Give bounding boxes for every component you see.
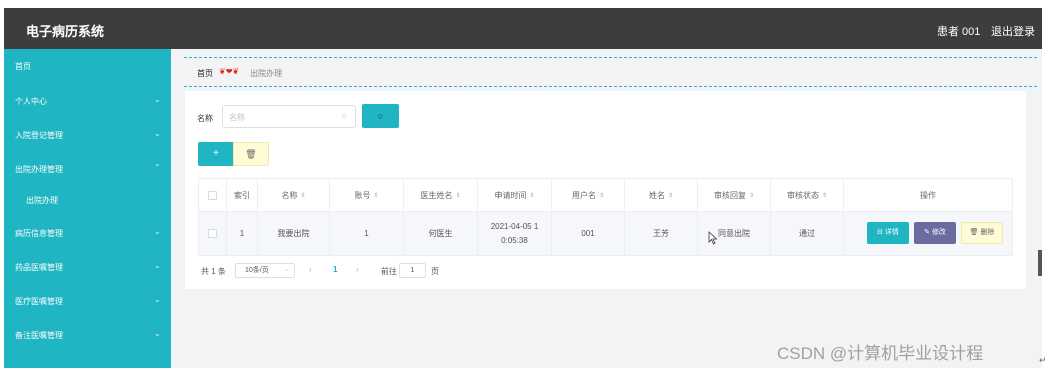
logout-link[interactable]: 退出登录 (991, 23, 1035, 39)
sort-icon[interactable]: ⇕ (749, 192, 754, 199)
sidebar: 首页 个人中心 ⌄ 入院登记管理 ⌄ 出院办理管理 ⌃ 出院办理 病历信息管理 … (4, 49, 171, 368)
search-button[interactable]: ○ (362, 104, 399, 128)
sort-icon[interactable]: ⇕ (300, 192, 305, 199)
sidebar-item-note-orders[interactable]: 备注医嘱管理 ⌄ (4, 322, 171, 348)
app-title: 电子病历系统 (26, 24, 105, 39)
trash-icon: 🗑 (245, 149, 257, 159)
column-header-status[interactable]: 审核状态 ⇕ (771, 179, 844, 211)
chevron-up-icon: ⌃ (154, 163, 161, 172)
main-content: 首页 ❦❤❦ 出院办理 名称 ○ ○ + 🗑 索引 名称⇕ 账号⇕ 医生姓名⇕ … (171, 49, 1042, 368)
sidebar-item-home[interactable]: 首页 (4, 53, 171, 79)
chevron-down-icon: ⌄ (283, 267, 289, 273)
sidebar-item-admission[interactable]: 入院登记管理 ⌄ (4, 122, 171, 148)
discharge-table: 索引 名称 ⇕ 账号 ⇕ 医生姓名 ⇕ 申请时间 ⇕ 用户名 ⇕ 姓名 ⇕ 审核回复 ⇕ 审核… (198, 178, 1013, 256)
sort-icon[interactable]: ⇕ (599, 192, 604, 199)
column-header-actions: 操作 (920, 190, 936, 200)
column-header-name[interactable]: 名称 ⇕ (258, 179, 330, 211)
cell-doctor: 何医生 (404, 212, 478, 255)
chevron-down-icon: ⌄ (154, 329, 161, 338)
row-select-cell[interactable] (199, 212, 227, 255)
next-page-button[interactable]: › (356, 265, 359, 274)
top-bar: 电子病历系统 患者 001 退出登录 (4, 8, 1042, 49)
chevron-down-icon: ⌄ (154, 261, 161, 270)
select-all-checkbox[interactable] (208, 190, 217, 200)
add-button[interactable]: + (198, 142, 234, 166)
select-all-cell[interactable] (199, 179, 227, 211)
sort-icon[interactable]: ⇕ (529, 192, 534, 199)
edit-button[interactable]: ✎ 修改 (914, 222, 956, 244)
column-header-doctor[interactable]: 医生姓名 ⇕ (404, 179, 478, 211)
cell-name: 我要出院 (258, 212, 330, 255)
page-number-current[interactable]: 1 (333, 265, 337, 274)
search-label: 名称 (197, 114, 213, 123)
breadcrumb: 首页 ❦❤❦ 出院办理 (184, 57, 1037, 87)
cell-index: 1 (227, 212, 258, 255)
search-icon: ○ (377, 111, 384, 121)
heart-icon: ❦❤❦ (219, 67, 240, 76)
sort-icon[interactable]: ⇕ (668, 192, 673, 199)
chevron-down-icon: ⌄ (154, 129, 161, 138)
delete-button[interactable]: 🗑 删除 (961, 222, 1003, 244)
detail-button[interactable]: ⊟ 详情 (867, 222, 909, 244)
scrollbar-thumb[interactable] (1038, 250, 1042, 276)
cell-username: 001 (552, 212, 625, 255)
sort-icon[interactable]: ⇕ (455, 192, 460, 199)
table-row[interactable]: 1 我要出院 1 何医生 2021-04-05 1 0:05:38 001 王芳… (199, 212, 1012, 255)
sidebar-item-discharge-management[interactable]: 出院办理管理 ⌃ (4, 156, 171, 182)
watermark: CSDN @计算机毕业设计程 (777, 344, 984, 363)
column-header-reply[interactable]: 审核回复 ⇕ (698, 179, 771, 211)
sidebar-subitem-discharge[interactable]: 出院办理 (4, 187, 171, 213)
chevron-down-icon: ⌄ (154, 295, 161, 304)
goto-page-input[interactable]: 1 (399, 263, 426, 278)
sidebar-item-medical-records[interactable]: 病历信息管理 ⌄ (4, 220, 171, 246)
sort-icon[interactable]: ⇕ (822, 192, 827, 199)
column-header: 索引 (227, 179, 258, 211)
sort-icon[interactable]: ⇕ (373, 192, 378, 199)
page-unit-label: 页 (431, 267, 439, 276)
mouse-cursor-icon (708, 231, 718, 245)
column-header-time[interactable]: 申请时间 ⇕ (478, 179, 552, 211)
sidebar-item-label: 出院办理 (26, 196, 58, 205)
chevron-down-icon: ⌄ (154, 95, 161, 104)
chevron-down-icon: ⌄ (154, 227, 161, 236)
sidebar-item-label: 入院登记管理 (15, 131, 63, 140)
cell-account: 1 (330, 212, 404, 255)
current-user[interactable]: 患者 001 (937, 23, 980, 39)
return-symbol-icon: ↵ (1039, 355, 1047, 365)
cell-fullname: 王芳 (625, 212, 698, 255)
sidebar-item-label: 病历信息管理 (15, 229, 63, 238)
search-icon: ○ (341, 111, 347, 121)
page-size-value: 10条/页 (245, 267, 269, 274)
row-checkbox[interactable] (208, 229, 217, 238)
page-size-select[interactable]: 10条/页 ⌄ (235, 263, 295, 278)
sidebar-item-label: 出院办理管理 (15, 165, 63, 174)
batch-delete-button[interactable]: 🗑 (233, 142, 269, 166)
sidebar-item-personal-center[interactable]: 个人中心 ⌄ (4, 88, 171, 114)
column-header-fullname[interactable]: 姓名 ⇕ (625, 179, 698, 211)
sidebar-item-medical-orders[interactable]: 医疗医嘱管理 ⌄ (4, 288, 171, 314)
sidebar-item-drug-orders[interactable]: 药品医嘱管理 ⌄ (4, 254, 171, 280)
content-panel: 名称 ○ ○ + 🗑 索引 名称⇕ 账号⇕ 医生姓名⇕ 申请时间⇕ 用户名⇕ 姓… (185, 91, 1026, 289)
cell-time: 2021-04-05 1 0:05:38 (490, 221, 539, 245)
sidebar-item-label: 个人中心 (15, 97, 47, 106)
breadcrumb-current: 出院办理 (250, 69, 282, 78)
sidebar-item-label: 药品医嘱管理 (15, 263, 63, 272)
search-field[interactable]: ○ (222, 105, 356, 128)
prev-page-button[interactable]: ‹ (309, 265, 312, 274)
search-input[interactable] (229, 110, 329, 124)
goto-label: 前往 (381, 267, 397, 276)
breadcrumb-home[interactable]: 首页 (197, 68, 213, 79)
table-header: 索引 名称 ⇕ 账号 ⇕ 医生姓名 ⇕ 申请时间 ⇕ 用户名 ⇕ 姓名 ⇕ 审核回复 ⇕ 审核… (199, 179, 1012, 212)
sidebar-item-label: 备注医嘱管理 (15, 331, 63, 340)
column-header-username[interactable]: 用户名 ⇕ (552, 179, 625, 211)
cell-status: 通过 (771, 212, 844, 255)
column-header-account[interactable]: 账号 ⇕ (330, 179, 404, 211)
sidebar-item-label: 医疗医嘱管理 (15, 297, 63, 306)
sidebar-item-label: 首页 (15, 62, 31, 71)
cell-time-wrap: 2021-04-05 1 0:05:38 (478, 212, 552, 255)
cell-actions: ⊟ 详情 ✎ 修改 🗑 删除 (844, 212, 1012, 255)
pagination-total: 共 1 条 (201, 267, 226, 276)
